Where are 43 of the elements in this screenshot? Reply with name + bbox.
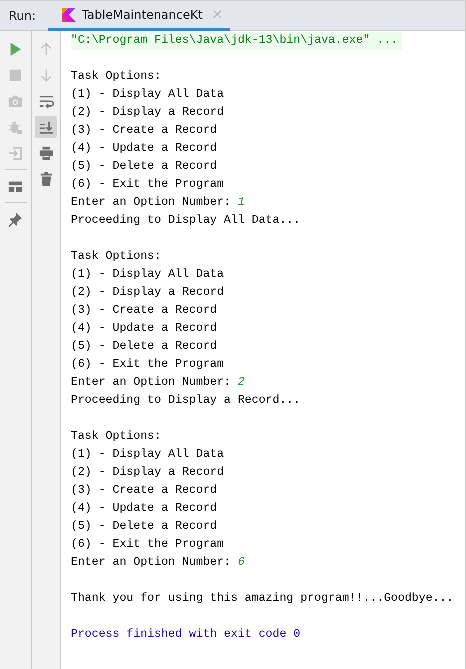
entered-number: 6 <box>238 556 245 569</box>
output-line: Proceeding to Display All Data... <box>71 214 301 227</box>
output-line: (6) - Exit the Program <box>71 358 224 371</box>
output-line: (5) - Delete a Record <box>71 520 218 533</box>
output-line: (6) - Exit the Program <box>71 178 224 191</box>
output-line: (1) - Display All Data <box>71 448 224 461</box>
output-line: (4) - Update a Record <box>71 142 218 155</box>
output-line: (6) - Exit the Program <box>71 538 224 551</box>
output-line: (1) - Display All Data <box>71 268 224 281</box>
output-line: (2) - Display a Record <box>71 466 224 479</box>
scroll-to-end-icon <box>38 120 54 134</box>
output-line: (5) - Delete a Record <box>71 340 218 353</box>
output-line: (5) - Delete a Record <box>71 160 218 173</box>
soft-wrap-icon <box>38 94 54 108</box>
output-line: (4) - Update a Record <box>71 502 218 515</box>
output-line: (4) - Update a Record <box>71 322 218 335</box>
output-line: Thank you for using this amazing program!!...Goodbye... <box>71 592 454 605</box>
exit-message: Process finished with exit code 0 <box>71 628 301 641</box>
output-line: (3) - Create a Record <box>71 304 218 317</box>
pin-icon[interactable] <box>8 212 23 226</box>
up-arrow-icon <box>38 42 54 56</box>
entered-number: 2 <box>238 376 245 389</box>
output-line: Proceeding to Display a Record... <box>71 394 301 407</box>
run-icon[interactable] <box>8 42 23 56</box>
output-line: (2) - Display a Record <box>71 286 224 299</box>
print-icon <box>38 146 54 160</box>
down-arrow-icon <box>38 68 54 82</box>
output-line: (2) - Display a Record <box>71 106 224 119</box>
output-line: (3) - Create a Record <box>71 124 218 137</box>
prompt-text: Enter an Option Number: <box>71 376 232 389</box>
run-label: Run: <box>8 8 38 24</box>
entered-number: 1 <box>238 196 245 209</box>
trash-icon <box>38 172 54 186</box>
output-line: (1) - Display All Data <box>71 88 224 101</box>
scroll-to-end-toggle[interactable] <box>35 116 57 138</box>
output-line: Task Options: <box>71 70 162 83</box>
output-line: Task Options: <box>71 430 162 443</box>
prompt-text: Enter an Option Number: <box>71 556 232 569</box>
close-icon[interactable] <box>212 10 222 19</box>
prompt-text: Enter an Option Number: <box>71 196 232 209</box>
kotlin-icon <box>62 8 76 22</box>
output-line: (3) - Create a Record <box>71 484 218 497</box>
output-line: Task Options: <box>71 250 162 263</box>
